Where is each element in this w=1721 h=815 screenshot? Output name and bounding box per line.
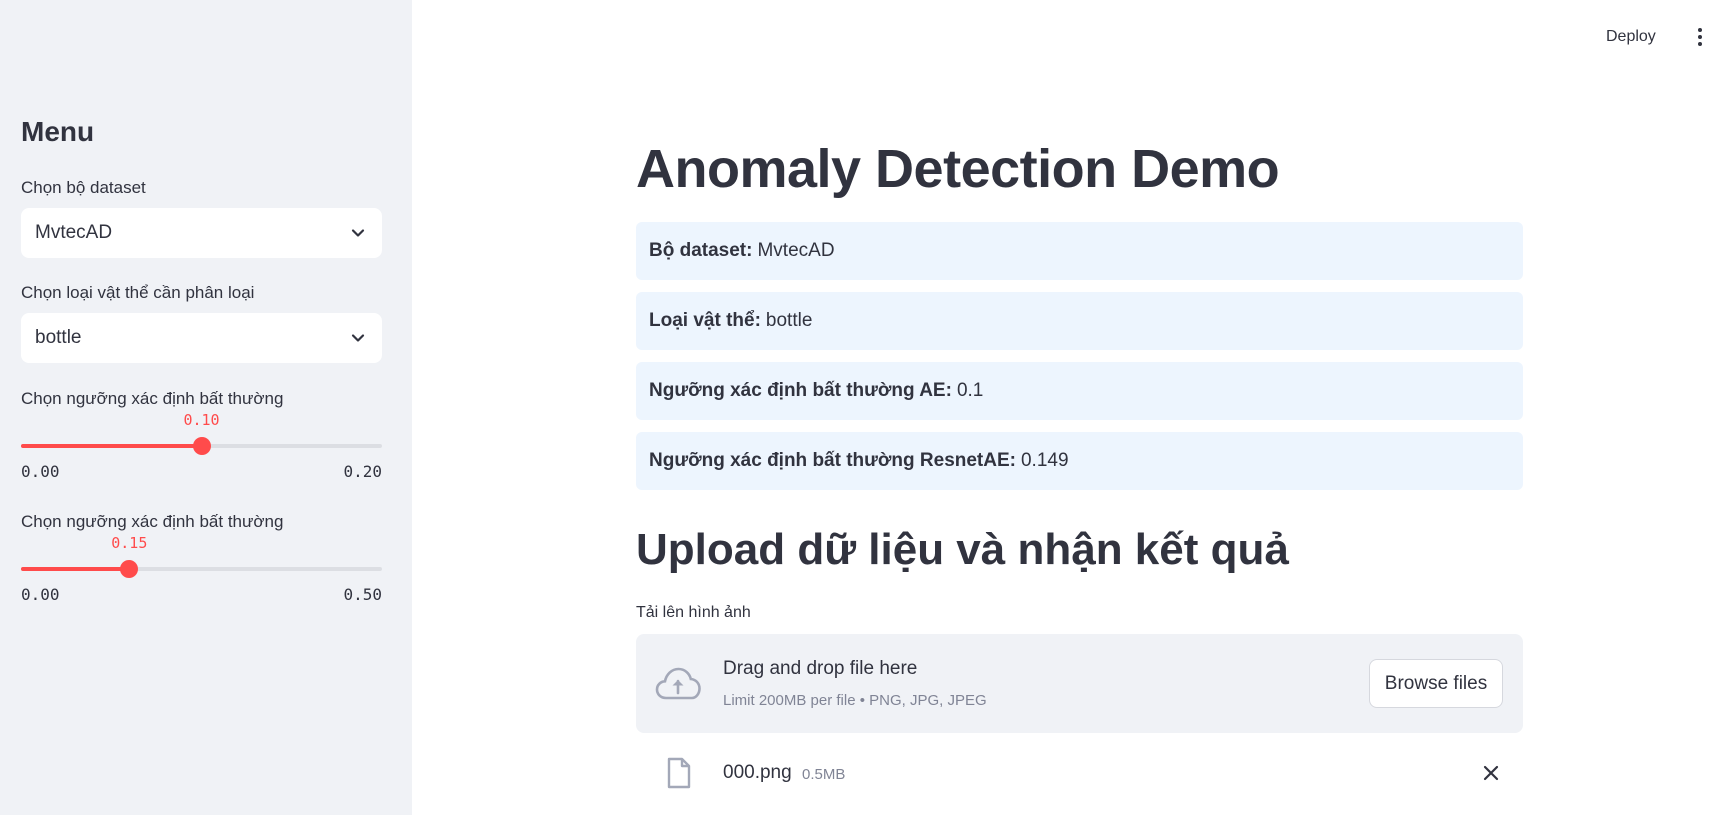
dataset-select-label: Chọn bộ dataset: [21, 178, 146, 197]
sidebar-title: Menu: [21, 116, 95, 147]
info-value: MvtecAD: [757, 240, 835, 261]
slider-resnetae-label: Chọn ngưỡng xác định bất thường: [21, 512, 284, 531]
dataset-select[interactable]: MvtecAD: [21, 208, 382, 258]
info-key: Bộ dataset:: [649, 240, 753, 261]
info-key: Loại vật thể:: [649, 310, 761, 331]
slider-max: 0.50: [343, 585, 382, 604]
app-root: Menu Chọn bộ dataset MvtecAD Chọn loại v…: [0, 0, 1721, 815]
chevron-down-icon: [351, 229, 365, 237]
object-select-value: bottle: [35, 327, 82, 348]
info-value: bottle: [765, 310, 813, 331]
info-value: 0.149: [1020, 450, 1069, 471]
file-name: 000.png: [723, 762, 792, 783]
info-object: Loại vật thể: bottle: [636, 292, 1523, 350]
file-size: 0.5MB: [802, 766, 846, 783]
info-value: 0.1: [956, 380, 984, 401]
info-threshold-ae: Ngưỡng xác định bất thường AE: 0.1: [636, 362, 1523, 420]
dataset-select-value: MvtecAD: [35, 222, 113, 243]
chevron-down-icon: [351, 334, 365, 342]
info-dataset: Bộ dataset: MvtecAD: [636, 222, 1523, 280]
upload-section-title: Upload dữ liệu và nhận kết quả: [636, 525, 1289, 574]
info-threshold-resnetae: Ngưỡng xác định bất thường ResnetAE: 0.1…: [636, 432, 1523, 490]
close-icon[interactable]: [1481, 763, 1501, 783]
slider-fill: [21, 567, 130, 571]
kebab-menu-icon[interactable]: [1692, 26, 1708, 48]
slider-thumb[interactable]: [120, 560, 139, 578]
slider-thumb[interactable]: [192, 437, 211, 455]
slider-fill: [21, 444, 202, 448]
object-select[interactable]: bottle: [21, 313, 382, 363]
object-select-label: Chọn loại vật thể cần phân loại: [21, 283, 255, 302]
slider-min: 0.00: [21, 585, 60, 604]
info-key: Ngưỡng xác định bất thường ResnetAE:: [649, 450, 1016, 471]
info-key: Ngưỡng xác định bất thường AE:: [649, 380, 952, 401]
dropzone-subtitle: Limit 200MB per file • PNG, JPG, JPEG: [723, 692, 987, 709]
dropzone-title: Drag and drop file here: [723, 658, 918, 679]
upload-label: Tải lên hình ảnh: [636, 604, 751, 621]
file-icon: [667, 757, 691, 789]
slider-ae-label: Chọn ngưỡng xác định bất thường: [21, 389, 284, 408]
deploy-button[interactable]: Deploy: [1598, 24, 1664, 50]
slider-min: 0.00: [21, 462, 60, 481]
page-title: Anomaly Detection Demo: [636, 139, 1280, 199]
browse-files-button[interactable]: Browse files: [1369, 659, 1503, 708]
slider-value: 0.10: [183, 411, 220, 429]
uploaded-file-row: 000.png 0.5MB: [636, 753, 1523, 797]
file-dropzone[interactable]: Drag and drop file here Limit 200MB per …: [636, 634, 1523, 733]
sidebar: Menu Chọn bộ dataset MvtecAD Chọn loại v…: [0, 0, 412, 815]
slider-max: 0.20: [343, 462, 382, 481]
slider-value: 0.15: [111, 534, 148, 552]
cloud-upload-icon: [655, 667, 701, 700]
